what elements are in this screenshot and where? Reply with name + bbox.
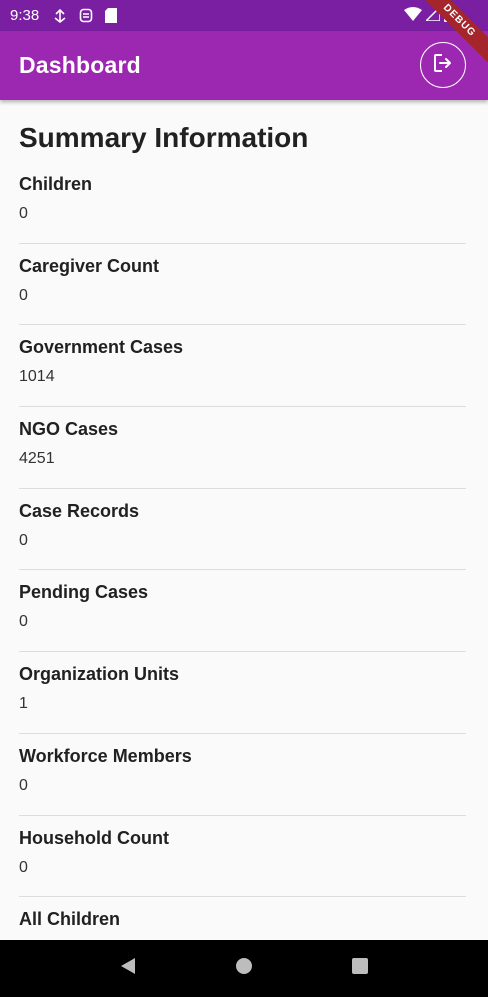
recents-square-icon xyxy=(351,957,369,980)
summary-item-value: 0 xyxy=(19,531,28,549)
summary-item-value: 0 xyxy=(19,858,28,876)
summary-item-value: 0 xyxy=(19,613,28,631)
summary-title: Summary Information xyxy=(19,122,309,153)
summary-item-label: Pending Cases xyxy=(19,582,149,603)
summary-item: Pending Cases 0 xyxy=(19,570,466,653)
summary-item-value: 0 xyxy=(19,286,28,304)
recents-button[interactable] xyxy=(345,954,375,984)
wifi-icon xyxy=(404,6,422,25)
app-bar-title: Dashboard xyxy=(19,52,141,78)
summary-item-value: 0 xyxy=(19,205,28,222)
summary-item-value: 0 xyxy=(19,776,28,794)
sd-card-icon xyxy=(105,8,118,23)
app-bar: Dashboard xyxy=(0,31,488,100)
summary-item: Case Records 0 xyxy=(19,489,466,571)
summary-item-label: Workforce Members xyxy=(19,745,192,766)
home-circle-icon xyxy=(235,957,253,980)
summary-item-value: 4251 xyxy=(19,450,55,468)
status-bar: 9:38 xyxy=(0,0,488,31)
summary-item-label: Caregiver Count xyxy=(19,255,160,276)
summary-item: NGO Cases 4251 xyxy=(19,407,466,489)
system-navigation-bar xyxy=(0,940,488,997)
summary-item-label: Case Records xyxy=(19,500,140,521)
summary-item-label: All Children xyxy=(19,909,121,930)
status-time: 9:38 xyxy=(10,7,40,24)
back-triangle-icon xyxy=(119,957,137,980)
summary-item-label: Government Cases xyxy=(19,337,184,358)
sim-icon xyxy=(79,8,93,23)
summary-content: Summary Information Children 0 Caregiver C… xyxy=(19,100,466,940)
summary-item-label: Household Count xyxy=(19,827,169,848)
summary-item: Workforce Members 0 xyxy=(19,734,466,816)
back-button[interactable] xyxy=(113,954,143,984)
summary-item: Caregiver Count 0 xyxy=(19,244,466,326)
logout-button[interactable] xyxy=(420,42,466,88)
summary-item: Children 0 xyxy=(19,162,466,244)
summary-item-label: Children xyxy=(19,174,93,194)
summary-item-label: Organization Units xyxy=(19,664,180,685)
summary-item-value: 1014 xyxy=(19,368,55,386)
summary-item: Government Cases 1014 xyxy=(19,325,466,408)
summary-item-label: NGO Cases xyxy=(19,419,119,440)
summary-item-value: 1 xyxy=(19,695,28,713)
home-button[interactable] xyxy=(229,954,259,984)
summary-item: All Children0 xyxy=(19,897,466,940)
logout-icon xyxy=(431,51,455,80)
summary-list: Children 0 Caregiver Count 0 Government Case… xyxy=(19,162,466,940)
data-saver-icon xyxy=(53,8,67,23)
summary-item: Household Count 0 xyxy=(19,816,466,898)
summary-item: Organization Units 1 xyxy=(19,652,466,734)
